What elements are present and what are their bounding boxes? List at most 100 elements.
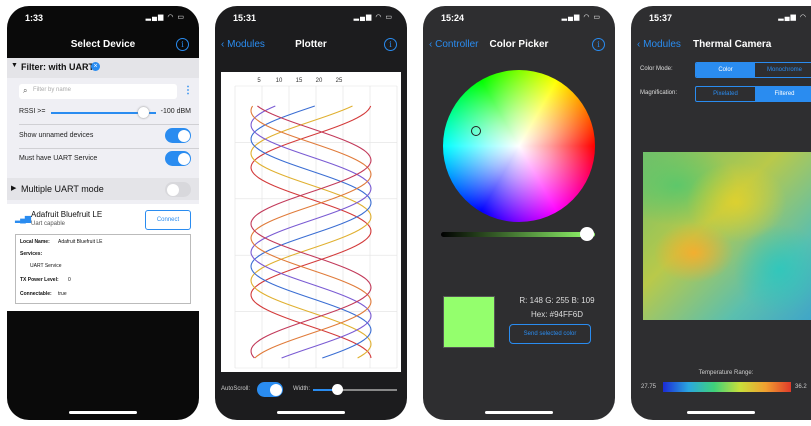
- plot-svg: 5 10 15 20 25: [234, 78, 398, 369]
- autoscroll-label: AutoScroll:: [221, 386, 251, 392]
- phone-plotter: 15:31 ▂▄▆ ◠ ▭ ‹ Modules Plotter i 5 10 15 2…: [215, 6, 407, 420]
- chevron-down-icon: ▼: [11, 62, 18, 69]
- rssi-label: RSSI >=: [19, 108, 46, 115]
- device-details: Local Name: Adafruit Bluefruit LE Servic…: [15, 234, 191, 304]
- clear-filter-icon[interactable]: ×: [91, 62, 100, 71]
- status-time: 15:24: [441, 13, 465, 23]
- show-unnamed-row: Show unnamed devices: [19, 128, 191, 144]
- rssi-slider[interactable]: [51, 107, 156, 118]
- plot-controls: AutoScroll: Width:: [215, 380, 407, 400]
- brightness-slider[interactable]: [441, 227, 595, 241]
- width-slider[interactable]: [313, 384, 397, 395]
- divider: [19, 124, 199, 125]
- connect-button[interactable]: Connect: [145, 210, 191, 230]
- page-title: Plotter: [295, 39, 327, 50]
- magnification-option-filtered[interactable]: Filtered: [755, 87, 811, 101]
- x-tick-label: 10: [276, 78, 283, 84]
- x-tick-label: 15: [296, 78, 303, 84]
- nav-bar: ‹ Modules Thermal Camera: [631, 30, 811, 62]
- must-uart-toggle[interactable]: [165, 151, 191, 166]
- home-indicator: [69, 411, 137, 414]
- color-wheel[interactable]: [443, 70, 595, 222]
- phone-select-device: 1:33 ▂▄▆ ◠ ▭ Select Device i ▼ Filter: w…: [7, 6, 199, 420]
- rssi-value: -100 dBM: [160, 108, 191, 115]
- signal-wifi-battery-icon: ▂▄▆ ◠ ▭: [561, 14, 601, 21]
- device-card[interactable]: ▂▄▆ Adafruit Bluefruit LE Uart capable C…: [7, 204, 199, 311]
- show-unnamed-toggle[interactable]: [165, 128, 191, 143]
- magnification-label: Magnification:: [640, 90, 678, 96]
- color-mode-label: Color Mode:: [640, 66, 673, 72]
- info-icon[interactable]: i: [384, 38, 397, 51]
- services-label: Services:: [20, 251, 43, 257]
- signal-wifi-battery-icon: ▂▄▆ ◠: [778, 14, 807, 21]
- connectable-label: Connectable:: [20, 291, 52, 297]
- magnification-option-pixelated[interactable]: Pixelated: [696, 87, 755, 101]
- plot-area: 5 10 15 20 25: [221, 72, 401, 372]
- rgb-readout: R: 148 G: 255 B: 109: [519, 296, 595, 305]
- services-value: UART Service: [30, 263, 62, 269]
- color-swatch: [443, 296, 495, 348]
- status-time: 1:33: [25, 13, 44, 23]
- temperature-range-label: Temperature Range:: [698, 370, 754, 376]
- width-slider-knob[interactable]: [331, 384, 343, 395]
- signal-wifi-battery-icon: ▂▄▆ ◠ ▭: [145, 14, 185, 21]
- connectable-value: true: [58, 291, 67, 297]
- multiple-uart-row: ▶ Multiple UART mode: [7, 178, 199, 200]
- color-mode-option-monochrome[interactable]: Monochrome: [755, 63, 811, 77]
- search-input[interactable]: ⌕ Filter by name: [19, 84, 177, 99]
- rssi-slider-knob[interactable]: [138, 107, 150, 118]
- rssi-row: RSSI >= -100 dBM: [19, 107, 191, 119]
- status-bar: 15:37 ▂▄▆ ◠: [631, 6, 811, 30]
- temperature-gradient-bar: [663, 382, 791, 392]
- status-time: 15:31: [233, 13, 257, 23]
- brightness-slider-knob[interactable]: [580, 227, 595, 241]
- status-bar: 1:33 ▂▄▆ ◠ ▭: [7, 6, 199, 30]
- nav-bar: ‹ Controller Color Picker i: [423, 30, 615, 62]
- status-time: 15:37: [649, 13, 673, 23]
- status-bar: 15:24 ▂▄▆ ◠ ▭: [423, 6, 615, 30]
- x-tick-label: 5: [257, 78, 261, 84]
- divider: [19, 148, 199, 149]
- color-wheel-selector[interactable]: [471, 126, 481, 136]
- tx-power-value: 0: [68, 277, 71, 283]
- device-subtitle: Uart capable: [31, 221, 66, 227]
- must-uart-row: Must have UART Service: [19, 151, 191, 167]
- width-label: Width:: [293, 386, 311, 392]
- color-mode-option-color[interactable]: Color: [696, 63, 755, 77]
- show-unnamed-label: Show unnamed devices: [19, 132, 94, 139]
- filter-header[interactable]: ▼ Filter: with UART ×: [7, 58, 199, 78]
- device-list: ▼ Filter: with UART × ⌕ Filter by name ⋮…: [7, 58, 199, 311]
- multiple-uart-label: Multiple UART mode: [21, 184, 104, 194]
- home-indicator: [687, 411, 755, 414]
- tx-power-label: TX Power Level:: [20, 277, 59, 283]
- autoscroll-toggle[interactable]: [257, 382, 283, 397]
- magnification-segment[interactable]: Pixelated Filtered: [695, 86, 811, 102]
- page-title: Select Device: [70, 39, 136, 50]
- send-color-button[interactable]: Send selected color: [509, 324, 591, 344]
- temperature-max: 36.2: [795, 384, 807, 390]
- signal-strength-icon: ▂▄▆: [15, 214, 31, 223]
- chevron-right-icon: ▶: [11, 185, 17, 192]
- must-uart-label: Must have UART Service: [19, 155, 98, 162]
- device-name: Adafruit Bluefruit LE: [31, 210, 103, 219]
- info-icon[interactable]: i: [176, 38, 189, 51]
- home-indicator: [277, 411, 345, 414]
- more-options-icon[interactable]: ⋮: [183, 85, 193, 96]
- color-mode-segment[interactable]: Color Monochrome: [695, 62, 811, 78]
- color-wheel-saturation: [443, 70, 595, 222]
- filter-header-label: Filter: with UART: [21, 62, 94, 72]
- temperature-min: 27.75: [641, 384, 657, 390]
- signal-wifi-battery-icon: ▂▄▆ ◠ ▭: [353, 14, 393, 21]
- page-title: Color Picker: [489, 39, 549, 50]
- nav-bar: ‹ Modules Plotter i: [215, 30, 407, 62]
- status-bar: 15:31 ▂▄▆ ◠ ▭: [215, 6, 407, 30]
- local-name-value: Adafruit Bluefruit LE: [58, 239, 103, 245]
- x-tick-label: 20: [316, 78, 323, 84]
- local-name-label: Local Name:: [20, 239, 50, 245]
- search-placeholder: Filter by name: [33, 87, 72, 93]
- multiple-uart-toggle[interactable]: [165, 182, 191, 197]
- phone-thermal-camera: 15:37 ▂▄▆ ◠ ‹ Modules Thermal Camera Col…: [631, 6, 811, 420]
- page-title: Thermal Camera: [693, 39, 772, 50]
- info-icon[interactable]: i: [592, 38, 605, 51]
- thermal-image: [643, 152, 811, 320]
